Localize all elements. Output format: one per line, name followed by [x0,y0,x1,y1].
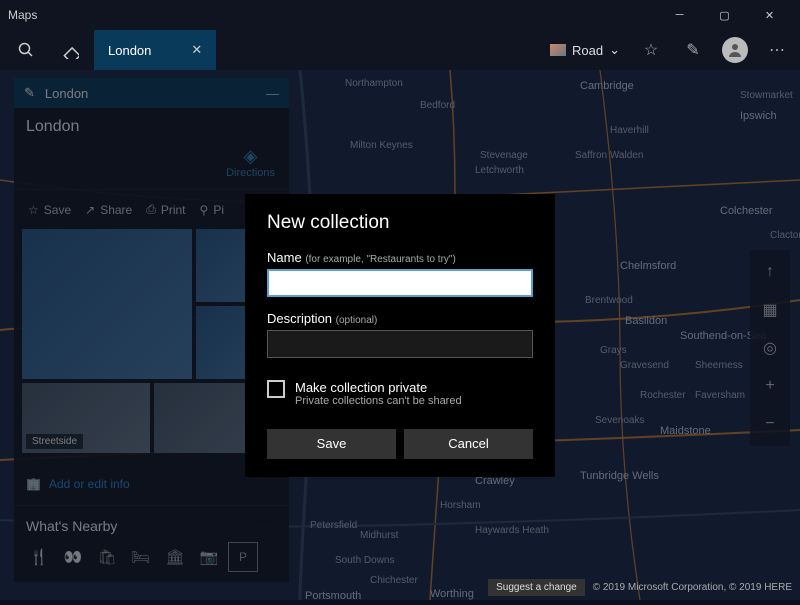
minimize-button[interactable]: ─ [657,0,702,30]
new-collection-dialog: New collection Name (for example, "Resta… [245,194,555,477]
dialog-title: New collection [267,212,533,234]
close-button[interactable]: ✕ [747,0,792,30]
suggest-change-button[interactable]: Suggest a change [488,579,585,596]
main-area: NorthamptonCambridgeBedfordIpswichMilton… [0,70,800,600]
name-input[interactable] [267,269,533,297]
description-input[interactable] [267,330,533,358]
app-title: Maps [8,8,37,22]
search-tab[interactable]: London ✕ [94,30,216,70]
private-checkbox-row[interactable]: Make collection private Private collecti… [267,380,533,407]
ink-icon[interactable]: ✎ [676,33,710,67]
search-icon[interactable] [6,30,46,70]
modal-overlay: New collection Name (for example, "Resta… [0,70,800,600]
more-icon[interactable]: ⋯ [760,33,794,67]
chevron-down-icon: ⌄ [609,42,620,58]
description-label: Description (optional) [267,311,533,326]
checkbox-sublabel: Private collections can't be shared [295,395,462,407]
account-avatar[interactable] [718,33,752,67]
footer: Suggest a change © 2019 Microsoft Corpor… [488,579,792,596]
save-button[interactable]: Save [267,429,396,459]
checkbox-icon[interactable] [267,380,285,398]
map-style-swatch-icon [550,44,566,56]
favorites-icon[interactable]: ☆ [634,33,668,67]
avatar-icon [722,37,748,63]
search-tab-label: London [108,43,151,58]
toolbar: London ✕ Road ⌄ ☆ ✎ ⋯ [0,30,800,70]
copyright-text: © 2019 Microsoft Corporation, © 2019 HER… [593,582,792,593]
name-label: Name (for example, "Restaurants to try") [267,250,533,265]
map-style-button[interactable]: Road ⌄ [544,38,626,62]
cancel-button[interactable]: Cancel [404,429,533,459]
maximize-button[interactable]: ▢ [702,0,747,30]
map-style-label: Road [572,43,603,58]
close-tab-icon[interactable]: ✕ [191,42,202,58]
titlebar: Maps ─ ▢ ✕ [0,0,800,30]
checkbox-label: Make collection private [295,380,462,395]
directions-icon[interactable] [50,30,90,70]
